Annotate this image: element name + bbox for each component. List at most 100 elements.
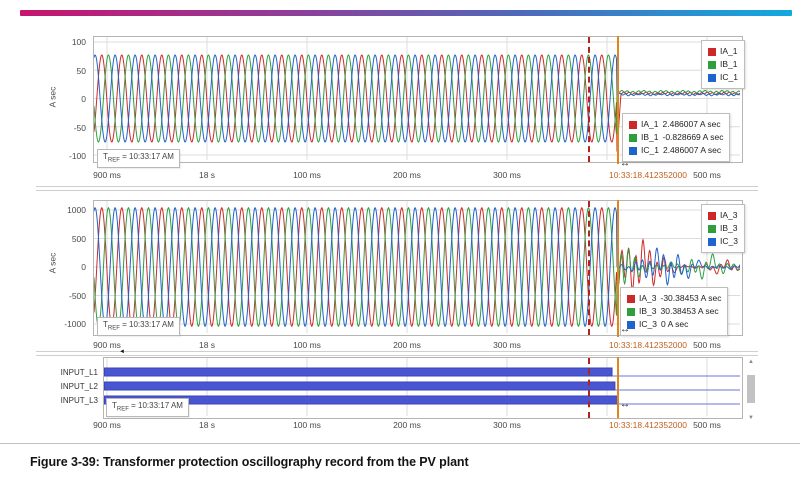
measurement-value: 0 A sec — [661, 318, 688, 331]
measurement-series: IC_3 — [639, 318, 657, 331]
scrollbar-thumb[interactable] — [747, 375, 755, 403]
x-tick-label: 500 ms — [693, 340, 721, 350]
x-tick-label: 900 ms — [93, 340, 121, 350]
panel-splitter[interactable] — [36, 351, 758, 356]
cursor-drag-handle-icon[interactable]: ↔ — [620, 159, 630, 169]
measurement-series: IB_3 — [639, 305, 657, 318]
measurement-series: IA_1 — [641, 118, 659, 131]
scroll-up-icon[interactable]: ▲ — [745, 358, 757, 366]
trip-cursor-line[interactable] — [617, 200, 619, 337]
plot-area-winding1[interactable]: IA_1 IB_1 IC_1 IA_1 2.486007 A sec IB_1 … — [93, 36, 743, 163]
analysis-cursor-line[interactable] — [588, 201, 590, 335]
tref-box: TREF = 10:33:17 AM — [106, 398, 189, 417]
series-color-swatch — [708, 238, 716, 246]
digital-traces-canvas — [104, 358, 740, 416]
x-tick-label: 18 s — [199, 340, 215, 350]
series-color-swatch — [708, 61, 716, 69]
tref-value: 10:33:17 AM — [129, 152, 174, 161]
panel-splitter[interactable] — [36, 186, 758, 191]
scrollbar[interactable]: ▲ ▼ — [745, 358, 757, 422]
digital-channel-label: INPUT_L3 — [36, 396, 98, 405]
y-tick-label: 100 — [56, 37, 86, 47]
trip-cursor-line[interactable] — [617, 357, 619, 418]
measurement-value: -0.828669 A sec — [663, 131, 724, 144]
tref-value: 10:33:17 AM — [138, 401, 183, 410]
digital-channel-label: INPUT_L2 — [36, 382, 98, 391]
measurement-value: 30.38453 A sec — [661, 305, 719, 318]
measurement-series: IC_1 — [641, 144, 659, 157]
cursor-measurement-box-winding1: IA_1 2.486007 A sec IB_1 -0.828669 A sec… — [622, 113, 730, 162]
y-tick-label: -1000 — [56, 319, 86, 329]
series-color-swatch — [627, 295, 635, 303]
y-tick-label: 0 — [56, 94, 86, 104]
tref-box: TREF = 10:33:17 AM — [97, 317, 180, 336]
legend-label: IC_1 — [720, 71, 738, 84]
tref-sub: REF — [108, 326, 120, 332]
legend-winding3: IA_3 IB_3 IC_3 — [701, 204, 745, 253]
measurement-value: 2.486007 A sec — [663, 144, 721, 157]
tref-box: TREF = 10:33:17 AM — [97, 149, 180, 168]
x-tick-label: 200 ms — [393, 420, 421, 430]
legend-winding1: IA_1 IB_1 IC_1 — [701, 40, 745, 89]
time-axis-row-binary: 900 ms18 s100 ms200 ms300 ms10:33:18.412… — [0, 420, 800, 432]
record-start-marker-icon: ◄ — [119, 349, 125, 355]
scroll-down-icon[interactable]: ▼ — [745, 414, 757, 422]
y-tick-label: 500 — [56, 234, 86, 244]
cursor-drag-handle-icon[interactable]: ↔ — [620, 325, 630, 335]
legend-label: IB_1 — [720, 58, 738, 71]
tref-eq: = — [122, 152, 127, 161]
x-tick-label: 100 ms — [293, 340, 321, 350]
x-tick-label: 300 ms — [493, 340, 521, 350]
analysis-cursor-line[interactable] — [588, 37, 590, 162]
x-tick-label: 200 ms — [393, 170, 421, 180]
tref-eq: = — [131, 401, 136, 410]
measurement-value: -30.38453 A sec — [661, 292, 722, 305]
series-color-swatch — [708, 212, 716, 220]
tref-value: 10:33:17 AM — [129, 320, 174, 329]
legend-label: IA_1 — [720, 45, 738, 58]
cursor-drag-handle-icon[interactable]: ↔ — [620, 400, 630, 410]
x-tick-label: 18 s — [199, 420, 215, 430]
legend-item: IC_3 — [708, 235, 738, 248]
legend-item: IC_1 — [708, 71, 738, 84]
series-color-swatch — [627, 308, 635, 316]
y-tick-label: 1000 — [56, 205, 86, 215]
legend-item: IB_1 — [708, 58, 738, 71]
measurement-row: IC_1 2.486007 A sec — [629, 144, 723, 157]
tref-sub: REF — [117, 407, 129, 413]
measurement-row: IC_3 0 A sec — [627, 318, 721, 331]
x-tick-label: 500 ms — [693, 420, 721, 430]
legend-item: IA_1 — [708, 45, 738, 58]
digital-channel-label: INPUT_L1 — [36, 368, 98, 377]
x-tick-label: 100 ms — [293, 420, 321, 430]
x-tick-label: 900 ms — [93, 420, 121, 430]
caption-divider — [0, 443, 800, 444]
legend-label: IC_3 — [720, 235, 738, 248]
legend-label: IA_3 — [720, 209, 738, 222]
series-color-swatch — [629, 147, 637, 155]
cursor-measurement-box-winding3: IA_3 -30.38453 A sec IB_3 30.38453 A sec… — [620, 287, 728, 336]
figure-caption: Figure 3-39: Transformer protection osci… — [30, 455, 469, 469]
time-axis-row-winding1: 900 ms18 s100 ms200 ms300 ms10:33:18.412… — [0, 170, 800, 182]
measurement-series: IA_3 — [639, 292, 657, 305]
measurement-row: IB_3 30.38453 A sec — [627, 305, 721, 318]
x-tick-label: 500 ms — [693, 170, 721, 180]
tref-sub: REF — [108, 158, 120, 164]
y-tick-label: -100 — [56, 151, 86, 161]
y-tick-label: -50 — [56, 123, 86, 133]
measurement-value: 2.486007 A sec — [663, 118, 721, 131]
x-tick-label: 100 ms — [293, 170, 321, 180]
cursor-timestamp-label: 10:33:18.412352000 — [609, 420, 687, 430]
series-color-swatch — [629, 121, 637, 129]
x-tick-label: 900 ms — [93, 170, 121, 180]
cursor-timestamp-label: 10:33:18.412352000 — [609, 170, 687, 180]
trip-cursor-line[interactable] — [617, 36, 619, 164]
measurement-series: IB_1 — [641, 131, 659, 144]
plot-area-binary-inputs[interactable]: TREF = 10:33:17 AM — [103, 357, 743, 419]
y-tick-label: 50 — [56, 66, 86, 76]
analysis-cursor-line[interactable] — [588, 358, 590, 418]
cursor-timestamp-label: 10:33:18.412352000 — [609, 340, 687, 350]
plot-area-winding3[interactable]: IA_3 IB_3 IC_3 IA_3 -30.38453 A sec IB_3… — [93, 200, 743, 336]
x-tick-label: 200 ms — [393, 340, 421, 350]
series-color-swatch — [708, 74, 716, 82]
